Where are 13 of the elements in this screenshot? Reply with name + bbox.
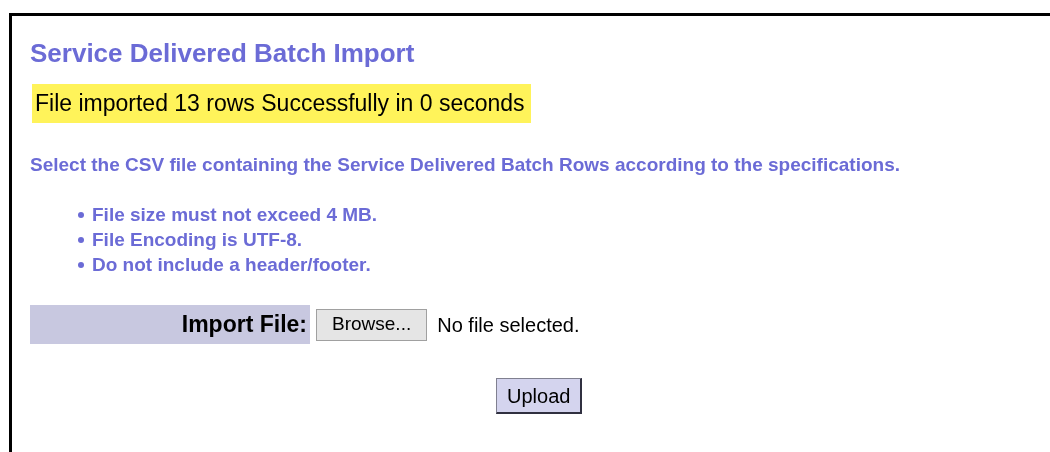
specification-item: Do not include a header/footer. (92, 253, 371, 277)
upload-button[interactable]: Upload (496, 378, 583, 414)
field-label: Import File: (30, 305, 310, 344)
specification-item: File size must not exceed 4 MB. (92, 203, 378, 227)
instructions-text: Select the CSV file containing the Service Delivered Batch Rows according to the specifications. (30, 153, 900, 177)
page-title: Service Delivered Batch Import (30, 38, 415, 68)
browse-button[interactable]: Browse... (316, 308, 428, 341)
bullet-icon (78, 261, 84, 268)
bullet-icon (78, 236, 84, 243)
bullet-icon (78, 211, 84, 218)
success-message: File imported 13 rows Successfully in 0 seconds (32, 84, 531, 123)
specification-item: File Encoding is UTF-8. (92, 228, 303, 252)
file-status-text: No file selected. (437, 312, 580, 338)
